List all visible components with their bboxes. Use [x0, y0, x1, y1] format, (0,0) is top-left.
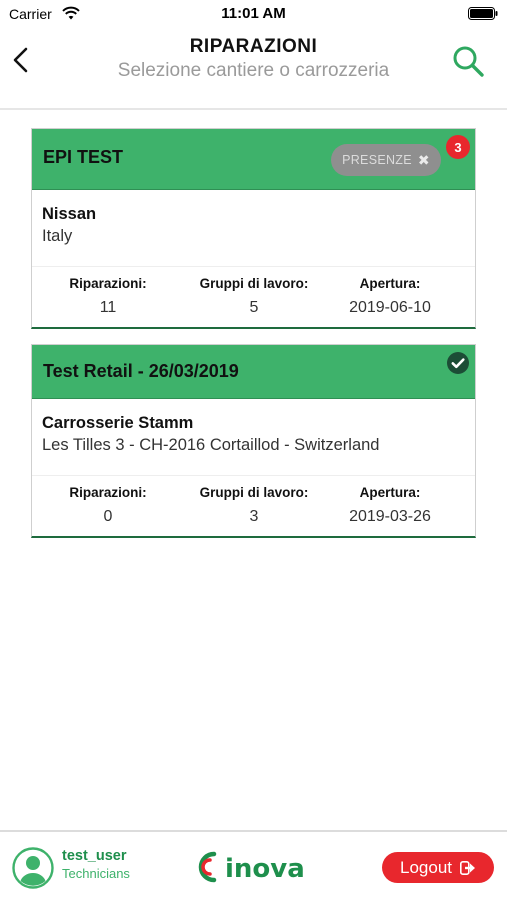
stat-value: 11 — [99, 299, 117, 316]
stat-label: Riparazioni: — [69, 276, 147, 291]
check-circle-icon — [447, 352, 469, 374]
stat-value: 2019-06-10 — [349, 299, 431, 316]
presenze-label: PRESENZE — [342, 153, 412, 167]
svg-text:inova: inova — [225, 854, 305, 884]
page-title: RIPARAZIONI — [189, 36, 318, 57]
stat-label: Gruppi di lavoro: — [199, 276, 309, 291]
stat-value: 0 — [103, 508, 113, 525]
stat-label: Apertura: — [359, 485, 421, 500]
client-location: Les Tilles 3 - CH-2016 Cortaillod - Swit… — [42, 436, 380, 454]
app-footer: test_user Technicians inova Logout — [0, 830, 507, 900]
stat-label: Riparazioni: — [69, 485, 147, 500]
site-card[interactable]: EPI TEST PRESENZE ✖ 3 Nissan Italy Ripar… — [31, 128, 476, 329]
site-card-header: Test Retail - 26/03/2019 — [32, 345, 475, 399]
status-bar: Carrier 11:01 AM — [0, 0, 507, 28]
client-info: Nissan Italy — [32, 190, 475, 267]
stat-opening: Apertura: 2019-03-26 — [320, 485, 460, 526]
site-card-header: EPI TEST PRESENZE ✖ 3 — [32, 129, 475, 190]
site-stats: Riparazioni: 11 Gruppi di lavoro: 5 Aper… — [32, 267, 475, 327]
search-icon[interactable] — [451, 44, 485, 78]
stat-repairs: Riparazioni: 0 — [38, 485, 178, 526]
page-subtitle: Selezione cantiere o carrozzeria — [117, 60, 390, 81]
stat-work-groups: Gruppi di lavoro: 5 — [184, 276, 324, 317]
username: test_user — [62, 848, 127, 864]
site-card[interactable]: Test Retail - 26/03/2019 Carrosserie Sta… — [31, 344, 476, 538]
stat-repairs: Riparazioni: 11 — [38, 276, 178, 317]
logout-button[interactable]: Logout — [382, 852, 494, 883]
presenze-button[interactable]: PRESENZE ✖ — [331, 144, 441, 176]
inova-logo: inova — [198, 851, 305, 884]
logout-label: Logout — [400, 857, 452, 877]
client-info: Carrosserie Stamm Les Tilles 3 - CH-2016… — [32, 399, 475, 476]
stat-value: 5 — [249, 299, 259, 316]
stat-work-groups: Gruppi di lavoro: 3 — [184, 485, 324, 526]
stat-label: Gruppi di lavoro: — [199, 485, 309, 500]
logout-icon — [460, 860, 475, 875]
client-name: Carrosserie Stamm — [42, 414, 194, 432]
stat-value: 3 — [249, 508, 259, 525]
avatar-icon[interactable] — [12, 847, 54, 889]
battery-icon — [468, 7, 498, 20]
client-location: Italy — [42, 227, 73, 245]
stat-opening: Apertura: 2019-06-10 — [320, 276, 460, 317]
client-name: Nissan — [42, 205, 97, 223]
status-time: 11:01 AM — [221, 5, 286, 22]
user-role: Technicians — [62, 866, 130, 881]
site-stats: Riparazioni: 0 Gruppi di lavoro: 3 Apert… — [32, 476, 475, 536]
site-title: EPI TEST — [43, 147, 124, 167]
site-title: Test Retail - 26/03/2019 — [43, 361, 239, 381]
app-header: RIPARAZIONI Selezione cantiere o carrozz… — [0, 28, 507, 110]
close-icon: ✖ — [417, 151, 430, 168]
stat-label: Apertura: — [359, 276, 421, 291]
stat-value: 2019-03-26 — [349, 508, 431, 525]
notification-badge: 3 — [446, 135, 470, 159]
